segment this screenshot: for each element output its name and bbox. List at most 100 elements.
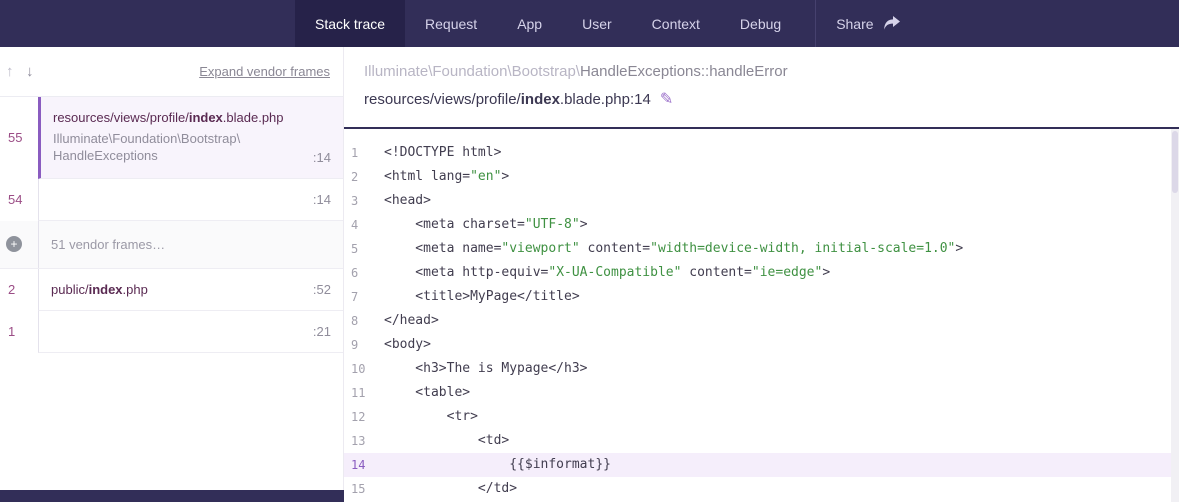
frame-top-line: resources/views/profile/index.blade.php — [53, 110, 331, 125]
tab-app[interactable]: App — [497, 0, 562, 47]
file-path-prefix: resources/views/profile/ — [364, 91, 521, 108]
frame-line-number: :52 — [313, 282, 331, 297]
tab-context[interactable]: Context — [632, 0, 720, 47]
code-line: 2<html lang="en"> — [344, 165, 1179, 189]
file-path-name: index — [521, 91, 560, 108]
exception-namespace: Illuminate\Foundation\Bootstrap\ — [364, 63, 580, 80]
code-viewer: 1<!DOCTYPE html>2<html lang="en">3<head>… — [344, 127, 1179, 502]
file-path-suffix: .blade.php:14 — [560, 91, 651, 108]
share-label: Share — [836, 16, 873, 32]
code-line: 11 <table> — [344, 381, 1179, 405]
sidebar-header: ↑ ↓ Expand vendor frames — [0, 47, 343, 97]
exception-handler: HandleExceptions::handleError — [580, 63, 788, 80]
stack-frame-row[interactable]: 54 :14 — [0, 179, 343, 221]
scrollbar-thumb[interactable] — [1172, 131, 1178, 193]
tab-debug[interactable]: Debug — [720, 0, 801, 47]
vendor-gutter: + — [0, 221, 38, 268]
frame-file-path: resources/views/profile/index.blade.php — [53, 110, 284, 125]
code-line-number: 3 — [344, 189, 384, 213]
code-line-number: 12 — [344, 405, 384, 429]
share-button[interactable]: Share — [816, 0, 919, 47]
vendor-frames-label: 51 vendor frames… — [38, 221, 343, 268]
edit-file-pencil-icon[interactable]: ✎ — [660, 89, 673, 109]
code-line-number: 13 — [344, 429, 384, 453]
code-line: 1<!DOCTYPE html> — [344, 141, 1179, 165]
code-line: 6 <meta http-equiv="X-UA-Compatible" con… — [344, 261, 1179, 285]
code-line: 3<head> — [344, 189, 1179, 213]
ignition-error-page: Stack traceRequestAppUserContextDebug Sh… — [0, 0, 1179, 502]
file-path: resources/views/profile/index.blade.php:… — [364, 89, 1159, 109]
code-line-text: <head> — [384, 189, 431, 213]
expand-plus-icon[interactable]: + — [6, 236, 22, 252]
frame-line-number: :21 — [313, 324, 331, 339]
previous-frame-arrow-icon[interactable]: ↑ — [2, 63, 18, 80]
tab-user[interactable]: User — [562, 0, 632, 47]
vendor-frames-row[interactable]: +51 vendor frames… — [0, 221, 343, 269]
code-line: 5 <meta name="viewport" content="width=d… — [344, 237, 1179, 261]
stack-frame-row[interactable]: 55resources/views/profile/index.blade.ph… — [0, 97, 343, 179]
top-navbar: Stack traceRequestAppUserContextDebug Sh… — [0, 0, 1179, 47]
code-line: 8</head> — [344, 309, 1179, 333]
frame-meta-line: :14 — [51, 192, 331, 207]
frame-body: public/index.php :52 — [38, 269, 343, 311]
code-line-number: 10 — [344, 357, 384, 381]
tab-stack-trace[interactable]: Stack trace — [295, 0, 405, 47]
code-line-number: 9 — [344, 333, 384, 357]
frame-number: 54 — [0, 179, 38, 221]
code-line-number: 6 — [344, 261, 384, 285]
code-line-text: <body> — [384, 333, 431, 357]
code-line-number: 5 — [344, 237, 384, 261]
frame-line-number: :14 — [313, 150, 331, 165]
code-line-text: </td> — [384, 477, 517, 501]
share-icon — [883, 16, 900, 31]
code-line-text: <td> — [384, 429, 509, 453]
next-frame-arrow-icon[interactable]: ↓ — [22, 63, 38, 80]
code-line-number: 4 — [344, 213, 384, 237]
code-line-number: 1 — [344, 141, 384, 165]
frame-number: 1 — [0, 311, 38, 353]
code-line: 12 <tr> — [344, 405, 1179, 429]
frame-file-path: public/index.php — [51, 282, 148, 297]
code-line-text: <title>MyPage</title> — [384, 285, 580, 309]
code-line-text: <html lang="en"> — [384, 165, 509, 189]
frame-body: resources/views/profile/index.blade.php I… — [38, 97, 343, 179]
frame-nav-arrows: ↑ ↓ — [2, 63, 37, 81]
code-line: 15 </td> — [344, 477, 1179, 501]
code-line-text: <meta http-equiv="X-UA-Compatible" conte… — [384, 261, 830, 285]
code-line: 4 <meta charset="UTF-8"> — [344, 213, 1179, 237]
frame-class-name: Illuminate\Foundation\Bootstrap\HandleEx… — [53, 131, 291, 165]
code-line: 10 <h3>The is Mypage</h3> — [344, 357, 1179, 381]
code-line-number: 7 — [344, 285, 384, 309]
code-line-text: <meta name="viewport" content="width=dev… — [384, 237, 963, 261]
navbar-tabs: Stack traceRequestAppUserContextDebug — [295, 0, 801, 47]
code-line-number: 8 — [344, 309, 384, 333]
code-line-text: <meta charset="UTF-8"> — [384, 213, 588, 237]
exception-method: Illuminate\Foundation\Bootstrap\HandleEx… — [364, 63, 1159, 80]
frame-top-line: public/index.php :52 — [51, 282, 331, 297]
code-line-number: 14 — [344, 453, 384, 477]
frame-number: 2 — [0, 269, 38, 311]
frame-body: :14 — [38, 179, 343, 221]
frame-line-number: :14 — [313, 192, 331, 207]
code-line-text: <table> — [384, 381, 470, 405]
code-line-text: </head> — [384, 309, 439, 333]
code-line-text: <h3>The is Mypage</h3> — [384, 357, 588, 381]
code-line: 7 <title>MyPage</title> — [344, 285, 1179, 309]
code-line-highlighted: 14 {{$informat}} — [344, 453, 1179, 477]
stack-frame-row[interactable]: 2 public/index.php :52 — [0, 269, 343, 311]
frame-detail-header: Illuminate\Foundation\Bootstrap\HandleEx… — [344, 47, 1179, 127]
expand-vendor-frames-link[interactable]: Expand vendor frames — [199, 64, 330, 79]
frame-body: :21 — [38, 311, 343, 353]
code-line: 9<body> — [344, 333, 1179, 357]
code-scrollbar[interactable] — [1171, 129, 1179, 502]
code-line-number: 15 — [344, 477, 384, 501]
frame-detail-panel: Illuminate\Foundation\Bootstrap\HandleEx… — [344, 47, 1179, 502]
stack-trace-sidebar: ↑ ↓ Expand vendor frames 55resources/vie… — [0, 47, 344, 502]
frame-meta-line: :21 — [51, 324, 331, 339]
code-line-text: <tr> — [384, 405, 478, 429]
stack-frame-row[interactable]: 1 :21 — [0, 311, 343, 353]
code-line-number: 2 — [344, 165, 384, 189]
tab-request[interactable]: Request — [405, 0, 497, 47]
code-line-number: 11 — [344, 381, 384, 405]
frame-number: 55 — [0, 97, 38, 179]
